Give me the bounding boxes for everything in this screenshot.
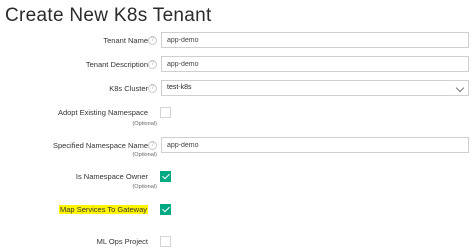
help-circle-icon[interactable]: ?	[148, 60, 157, 69]
optional-note: (Optional)	[132, 184, 157, 190]
help-circle-icon[interactable]: ?	[148, 36, 157, 45]
map-services-to-gateway-checkbox[interactable]	[160, 204, 171, 215]
adopt-existing-namespace-checkbox[interactable]	[160, 107, 171, 118]
help-circle-icon[interactable]: ?	[148, 141, 157, 150]
page-title: Create New K8s Tenant	[5, 5, 212, 26]
k8s-cluster-value: test-k8s	[167, 84, 192, 91]
tenant-name-label: Tenant Name	[103, 36, 148, 45]
ml-ops-project-checkbox[interactable]	[160, 236, 171, 247]
tenant-description-field[interactable]	[161, 56, 469, 72]
is-namespace-owner-checkbox[interactable]	[160, 171, 171, 182]
optional-note: (Optional)	[132, 121, 157, 127]
help-circle-icon[interactable]: ?	[148, 84, 157, 93]
tenant-name-field[interactable]	[161, 32, 469, 48]
specified-namespace-name-field[interactable]	[161, 137, 469, 153]
tenant-description-label: Tenant Description	[85, 60, 148, 69]
adopt-existing-namespace-label: Adopt Existing Namespace	[57, 108, 148, 117]
k8s-cluster-label: K8s Cluster	[109, 84, 148, 93]
optional-note: (Optional)	[132, 152, 157, 158]
chevron-down-icon	[455, 83, 465, 93]
map-services-to-gateway-label: Map Services To Gateway	[59, 205, 148, 214]
specified-namespace-name-label: Specified Namespace Name	[52, 141, 148, 150]
ml-ops-project-label: ML Ops Project	[96, 237, 148, 246]
k8s-cluster-select[interactable]: test-k8s	[161, 80, 469, 96]
is-namespace-owner-label: Is Namespace Owner	[75, 172, 148, 181]
